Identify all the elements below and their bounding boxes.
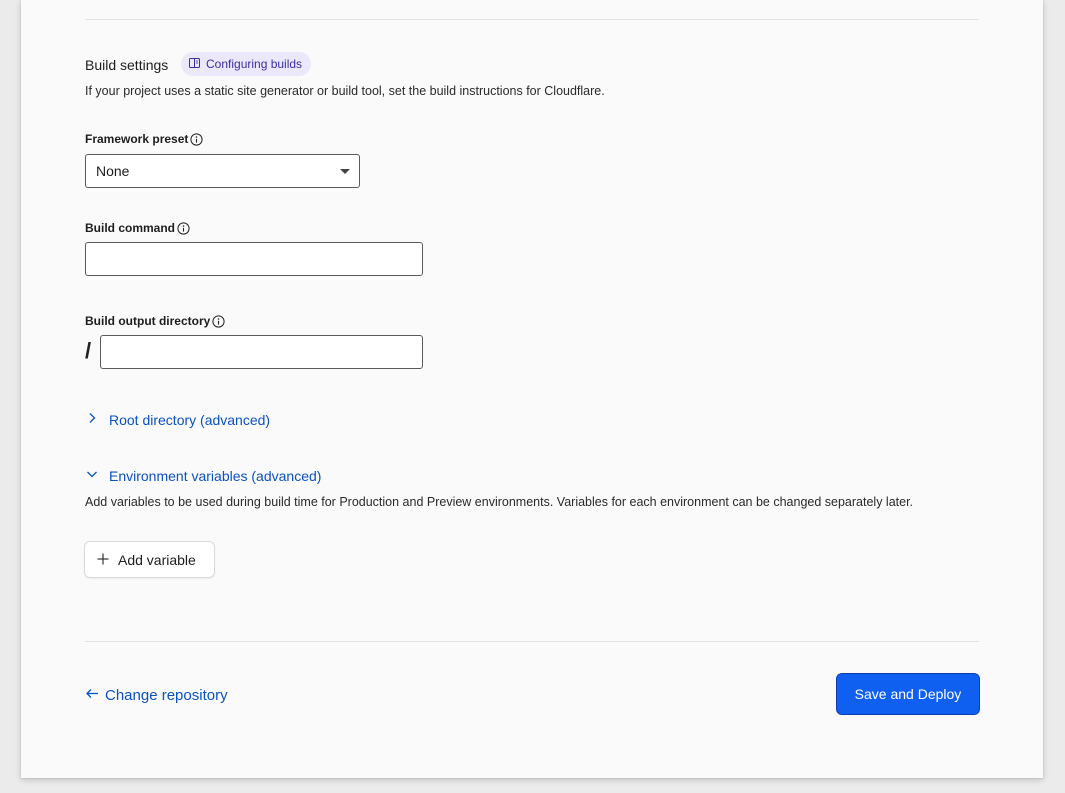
- env-vars-label: Environment variables (advanced): [109, 467, 322, 484]
- top-divider: [85, 19, 979, 20]
- change-repository-link[interactable]: Change repository: [85, 686, 228, 704]
- build-settings-card: Build settings Configuring builds If you…: [21, 0, 1043, 778]
- book-icon: [189, 57, 200, 71]
- section-title: Build settings: [85, 57, 169, 73]
- framework-preset-label-text: Framework preset: [85, 132, 189, 146]
- env-vars-toggle[interactable]: Environment variables (advanced): [85, 467, 321, 484]
- arrow-left-icon: [85, 686, 99, 704]
- build-output-label-text: Build output directory: [85, 314, 211, 328]
- root-directory-label: Root directory (advanced): [109, 411, 271, 428]
- framework-preset-value: None: [96, 163, 130, 179]
- footer-divider: [85, 641, 979, 642]
- env-vars-description: Add variables to be used during build ti…: [85, 495, 914, 509]
- chevron-down-icon: [85, 467, 99, 484]
- section-description: If your project uses a static site gener…: [85, 84, 605, 98]
- build-command-input[interactable]: [85, 242, 423, 276]
- add-variable-button[interactable]: Add variable: [84, 541, 215, 578]
- build-output-prefix: /: [85, 338, 92, 363]
- configuring-builds-label: Configuring builds: [206, 57, 303, 71]
- info-icon[interactable]: [190, 132, 203, 146]
- framework-preset-select[interactable]: None: [85, 154, 360, 188]
- configuring-builds-link[interactable]: Configuring builds: [181, 52, 312, 76]
- plus-icon: [97, 552, 109, 568]
- caret-down-icon: [340, 169, 350, 174]
- framework-preset-label: Framework preset: [85, 132, 203, 146]
- build-output-label: Build output directory: [85, 314, 225, 328]
- change-repository-label: Change repository: [105, 686, 228, 704]
- build-command-label-text: Build command: [85, 221, 176, 235]
- build-command-label: Build command: [85, 221, 190, 235]
- add-variable-label: Add variable: [118, 551, 196, 568]
- root-directory-toggle[interactable]: Root directory (advanced): [85, 411, 270, 428]
- chevron-right-icon: [85, 411, 99, 428]
- save-and-deploy-button[interactable]: Save and Deploy: [836, 673, 980, 715]
- info-icon[interactable]: [177, 221, 190, 235]
- info-icon[interactable]: [212, 314, 225, 328]
- build-output-input[interactable]: [100, 335, 423, 369]
